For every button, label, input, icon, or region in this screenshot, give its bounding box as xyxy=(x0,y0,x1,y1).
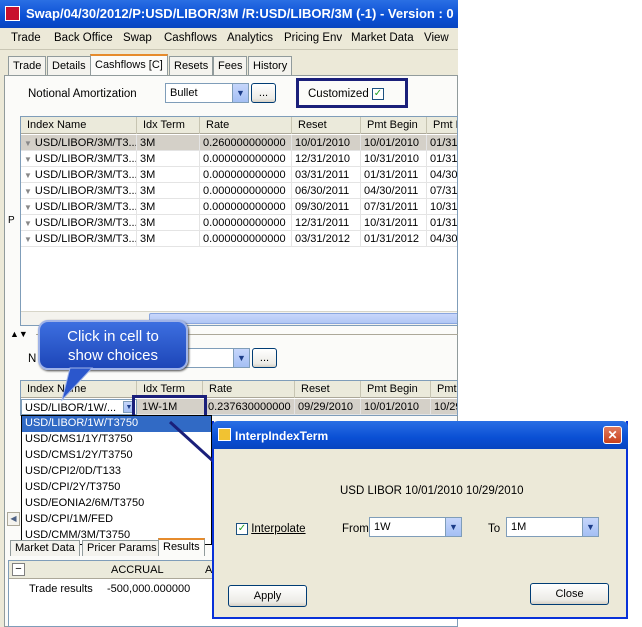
from-select[interactable]: 1W ▼ xyxy=(369,517,462,537)
close-icon[interactable]: ✕ xyxy=(603,426,622,444)
chevron-down-icon: ▼ xyxy=(445,518,461,536)
interpolate-option: ✓ Interpolate xyxy=(236,523,306,535)
to-select[interactable]: 1M ▼ xyxy=(506,517,599,537)
dialog-title: InterpIndexTerm xyxy=(235,429,329,443)
chevron-down-icon: ▼ xyxy=(582,518,598,536)
close-button[interactable]: Close xyxy=(530,583,609,605)
from-value: 1W xyxy=(374,521,391,533)
dialog-app-icon xyxy=(218,428,231,441)
to-label: To xyxy=(488,523,501,535)
dialog-info-text: USD LIBOR 10/01/2010 10/29/2010 xyxy=(340,485,524,497)
callout-pointer xyxy=(61,367,94,402)
apply-button[interactable]: Apply xyxy=(228,585,307,607)
to-value: 1M xyxy=(511,521,527,533)
dialog-title-bar[interactable]: InterpIndexTerm ✕ xyxy=(212,421,628,449)
interp-index-term-dialog: USD LIBOR 10/01/2010 10/29/2010 ✓ Interp… xyxy=(212,421,628,619)
interpolate-label: Interpolate xyxy=(251,523,306,536)
interpolate-checkbox[interactable]: ✓ xyxy=(236,523,248,535)
from-label: From xyxy=(342,523,369,535)
